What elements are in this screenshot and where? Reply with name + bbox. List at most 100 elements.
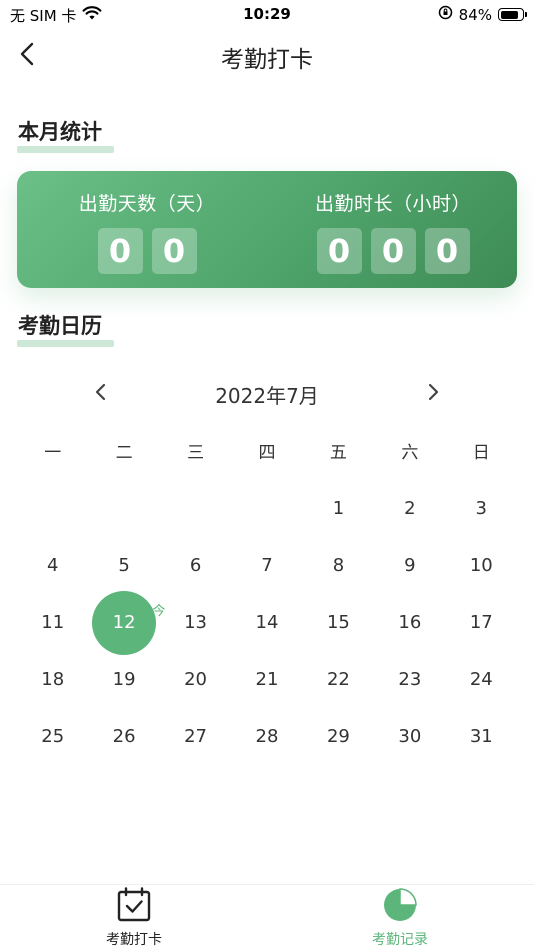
day-number: 31 xyxy=(469,726,493,747)
chevron-right-icon xyxy=(428,383,439,401)
tab-attendance-clock[interactable]: 考勤打卡 xyxy=(84,887,184,949)
calendar-day[interactable]: 31 xyxy=(446,708,517,765)
calendar-day[interactable]: 29 xyxy=(303,708,374,765)
battery-fill xyxy=(500,10,519,19)
tab-label: 考勤记录 xyxy=(372,932,428,948)
digit-box: 0 xyxy=(424,228,470,274)
calendar-day[interactable]: 19 xyxy=(88,651,159,708)
day-number: 6 xyxy=(189,555,202,576)
section-underline xyxy=(17,340,114,347)
tab-attendance-records[interactable]: 考勤记录 xyxy=(350,887,450,949)
attendance-hours-label: 出勤时长（小时） xyxy=(314,193,471,215)
weekday-header: 一二三四五六日 xyxy=(17,438,517,463)
day-number: 17 xyxy=(469,612,493,633)
calendar-day[interactable]: 15 xyxy=(303,594,374,651)
calendar-day[interactable]: 25 xyxy=(17,708,88,765)
day-number: 11 xyxy=(41,612,65,633)
day-number: 23 xyxy=(398,669,422,690)
weekday-label: 一 xyxy=(44,443,62,463)
next-month-button[interactable] xyxy=(420,378,446,406)
calendar-day[interactable]: 20 xyxy=(160,651,231,708)
attendance-days-label: 出勤天数（天） xyxy=(78,193,216,215)
day-number: 4 xyxy=(46,555,59,576)
day-number: 3 xyxy=(475,498,487,519)
attendance-days-stat: 出勤天数（天） 0 0 xyxy=(57,189,237,274)
day-number: 25 xyxy=(41,726,65,747)
calendar-day[interactable]: 10 xyxy=(446,537,517,594)
day-number: 10 xyxy=(469,555,493,576)
calendar-day-today[interactable]: 12 今 xyxy=(88,590,165,655)
calendar-day[interactable]: 28 xyxy=(231,708,302,765)
calendar-empty-cell xyxy=(17,480,88,537)
calendar-day[interactable]: 18 xyxy=(17,651,88,708)
calendar-day[interactable]: 1 xyxy=(303,480,374,537)
day-number: 12 xyxy=(92,590,157,655)
day-number: 24 xyxy=(469,669,493,690)
battery-icon xyxy=(498,8,527,21)
digit-box: 0 xyxy=(316,228,362,274)
day-number: 29 xyxy=(326,726,350,747)
calendar-day[interactable]: 24 xyxy=(446,651,517,708)
calendar-empty-cell xyxy=(88,480,159,537)
status-bar: 无 SIM 卡 10:29 84% xyxy=(0,0,534,28)
weekday-label: 二 xyxy=(115,443,133,463)
pie-chart-icon xyxy=(384,888,417,921)
calendar-day[interactable]: 2 xyxy=(374,480,445,537)
calendar-day[interactable]: 6 xyxy=(160,537,231,594)
day-number: 28 xyxy=(255,726,279,747)
calendar-day[interactable]: 17 xyxy=(446,594,517,651)
day-number: 5 xyxy=(118,555,130,576)
calendar-header: 2022年7月 xyxy=(0,378,534,408)
calendar-empty-cell xyxy=(160,480,231,537)
weekday-label: 日 xyxy=(472,443,490,463)
weekday-label: 三 xyxy=(187,443,205,463)
weekday-label: 六 xyxy=(401,443,419,463)
calendar-day[interactable]: 27 xyxy=(160,708,231,765)
calendar-section-title: 考勤日历 xyxy=(18,314,102,338)
page-title: 考勤打卡 xyxy=(221,47,313,73)
calendar-day[interactable]: 26 xyxy=(88,708,159,765)
day-number: 2 xyxy=(404,498,416,519)
calendar-grid: 1 2 3 4 5 6 7 8 9 10 11 12 今 13 14 15 16 17 18 19 20 21 22 23 24… xyxy=(17,480,517,765)
calendar-day[interactable]: 16 xyxy=(374,594,445,651)
attendance-hours-stat: 出勤时长（小时） 0 0 0 xyxy=(293,189,493,274)
orientation-lock-icon xyxy=(438,5,453,24)
calendar-day[interactable]: 7 xyxy=(231,537,302,594)
calendar-day[interactable]: 30 xyxy=(374,708,445,765)
section-underline xyxy=(17,146,114,153)
day-number: 14 xyxy=(255,612,279,633)
day-number: 7 xyxy=(261,555,273,576)
weekday-label: 四 xyxy=(258,443,276,463)
day-number: 19 xyxy=(112,669,136,690)
calendar-day[interactable]: 11 xyxy=(17,594,88,651)
calendar-day[interactable]: 21 xyxy=(231,651,302,708)
day-number: 8 xyxy=(332,555,345,576)
calendar-day[interactable]: 9 xyxy=(374,537,445,594)
calendar-day[interactable]: 13 xyxy=(160,594,231,651)
calendar-check-icon xyxy=(117,887,151,922)
calendar-day[interactable]: 5 xyxy=(88,537,159,594)
calendar-day[interactable]: 4 xyxy=(17,537,88,594)
calendar-day[interactable]: 8 xyxy=(303,537,374,594)
battery-percent: 84% xyxy=(458,5,492,24)
calendar-day[interactable]: 22 xyxy=(303,651,374,708)
digit-box: 0 xyxy=(151,228,197,274)
day-number: 9 xyxy=(404,555,416,576)
day-number: 1 xyxy=(332,498,345,519)
calendar-day[interactable]: 14 xyxy=(231,594,302,651)
status-bar-right: 84% xyxy=(438,5,527,24)
stats-card: 出勤天数（天） 0 0 出勤时长（小时） 0 0 0 xyxy=(17,171,517,288)
calendar-empty-cell xyxy=(231,480,302,537)
digit-box: 0 xyxy=(370,228,416,274)
calendar-day[interactable]: 23 xyxy=(374,651,445,708)
day-number: 22 xyxy=(326,669,350,690)
attendance-hours-digits: 0 0 0 xyxy=(293,228,493,274)
tab-label: 考勤打卡 xyxy=(106,932,162,948)
day-number: 30 xyxy=(398,726,422,747)
calendar-month-label: 2022年7月 xyxy=(215,384,319,408)
monthly-stats-title: 本月统计 xyxy=(18,120,102,144)
calendar-day[interactable]: 3 xyxy=(446,480,517,537)
day-number: 16 xyxy=(398,612,422,633)
day-number: 21 xyxy=(255,669,279,690)
day-number: 15 xyxy=(326,612,350,633)
